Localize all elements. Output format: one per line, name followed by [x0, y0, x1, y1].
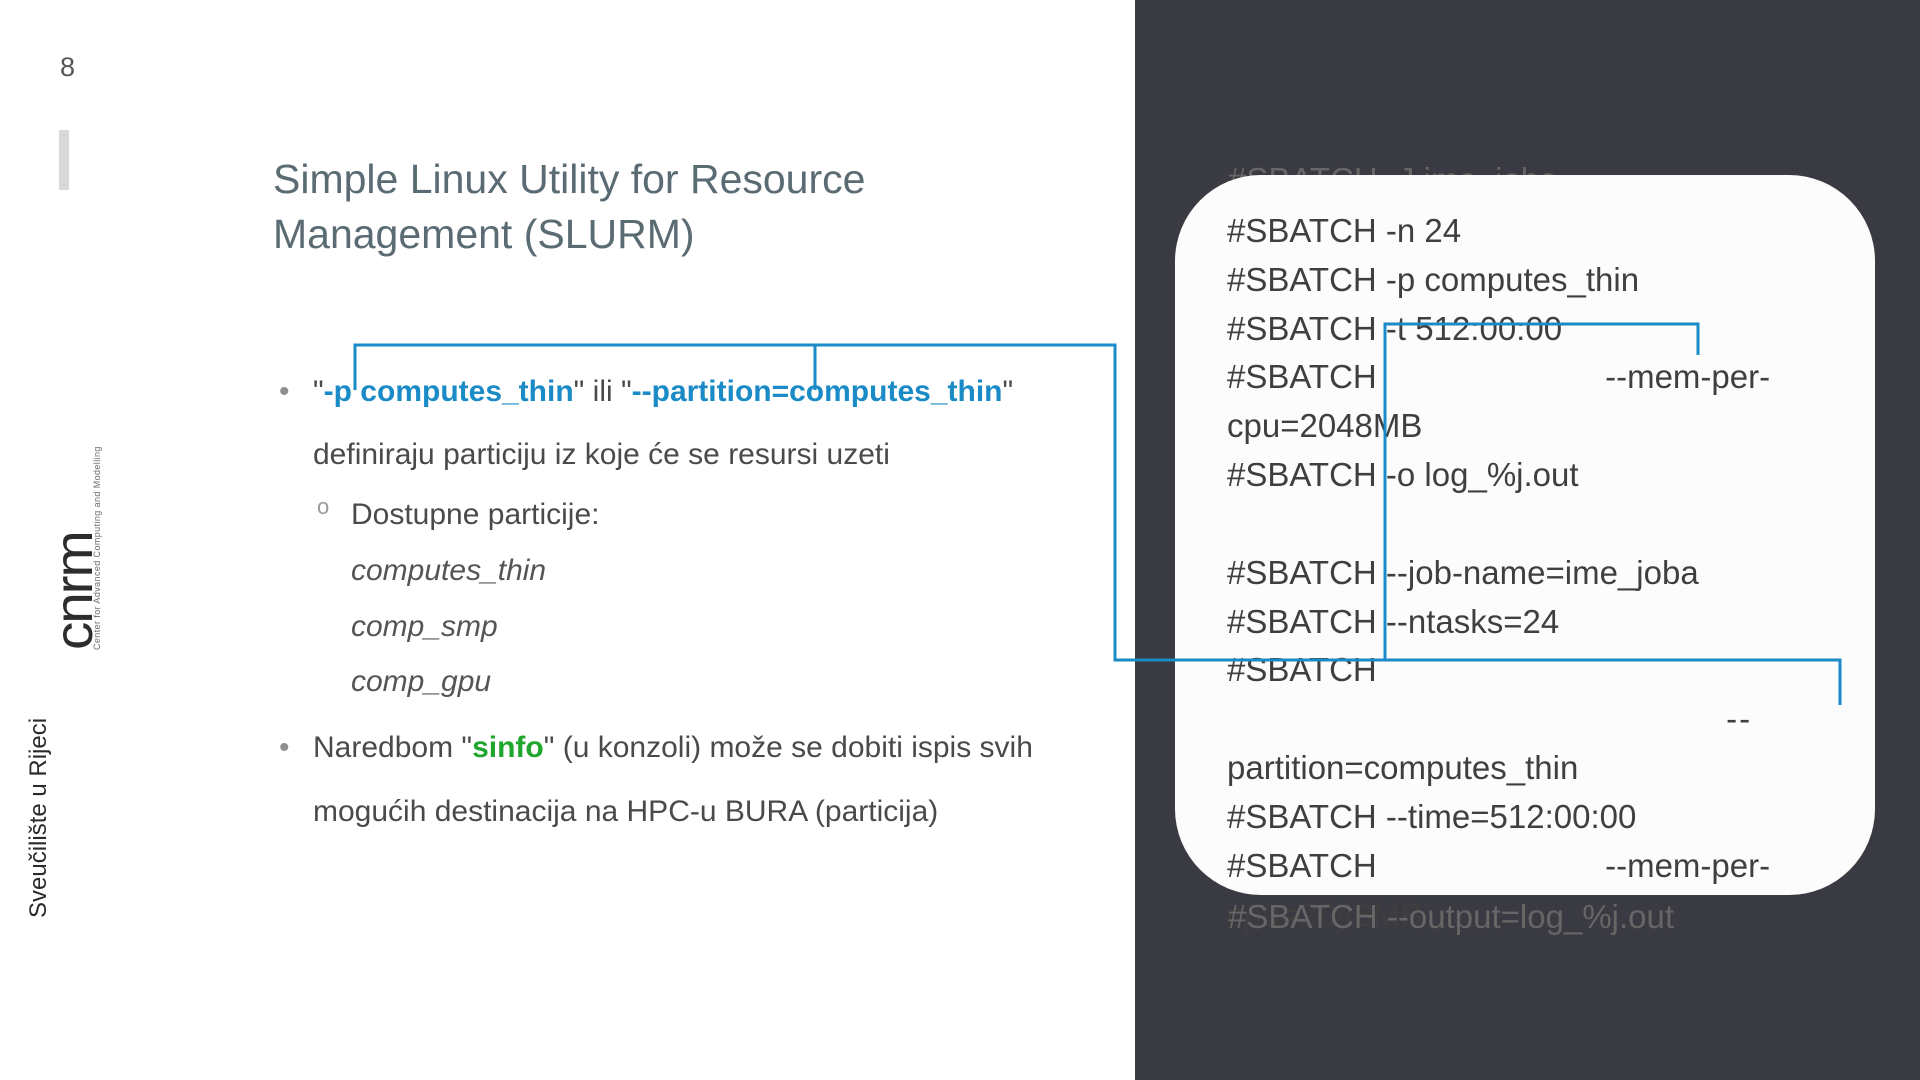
code-frag: -- — [1726, 700, 1752, 737]
code-frag: #SBATCH — [1227, 651, 1377, 688]
text: " — [1002, 375, 1013, 408]
code-line: #SBATCH --mem-per- — [1227, 842, 1823, 891]
option-short: -p computes_thin — [324, 375, 574, 408]
code-line: #SBATCH --job-name=ime_joba — [1227, 549, 1823, 598]
code-line: #SBATCH --time=512:00:00 — [1227, 793, 1823, 842]
code-line: #SBATCH -p computes_thin — [1227, 256, 1823, 305]
partition-item: computes_thin — [313, 543, 1133, 599]
text: " ili " — [574, 375, 632, 408]
code-blank — [1227, 500, 1823, 549]
sublist-head: Dostupne particije: — [313, 486, 1133, 543]
partition-sublist: Dostupne particije: computes_thin comp_s… — [313, 486, 1133, 710]
code-frag: --mem-per- — [1605, 847, 1770, 884]
text: definiraju particiju iz koje će se resur… — [313, 438, 890, 471]
code-line: cpu=2048MB — [1227, 402, 1823, 451]
option-long: --partition=computes_thin — [632, 375, 1003, 408]
command-sinfo: sinfo — [472, 731, 544, 764]
title-marker — [59, 130, 69, 190]
text: Naredbom " — [313, 731, 472, 764]
slide-body: "-p computes_thin" ili "--partition=comp… — [273, 360, 1133, 851]
page-number: 8 — [60, 52, 75, 83]
code-line: #SBATCH -t 512:00:00 — [1227, 305, 1823, 354]
bullet-sinfo: Naredbom "sinfo" (u konzoli) može se dob… — [273, 716, 1133, 845]
code-card: #SBATCH -n 24 #SBATCH -p computes_thin #… — [1175, 175, 1875, 895]
code-line: #SBATCH -o log_%j.out — [1227, 451, 1823, 500]
partition-item: comp_gpu — [313, 654, 1133, 710]
code-frag: --mem-per- — [1605, 358, 1770, 395]
text: " — [313, 375, 324, 408]
code-frag: #SBATCH — [1227, 847, 1377, 884]
code-frag: #SBATCH — [1227, 358, 1377, 395]
code-line: #SBATCH -n 24 — [1227, 207, 1823, 256]
code-overflow-bottom: #SBATCH --output=log_%j.out — [1228, 893, 1674, 942]
slide-title: Simple Linux Utility for Resource Manage… — [273, 152, 993, 263]
code-line: #SBATCH --ntasks=24 — [1227, 598, 1823, 647]
partition-item: comp_smp — [313, 599, 1133, 655]
sidebar-logo-sub: Center for Advanced Computing and Modell… — [92, 446, 102, 650]
code-line: #SBATCH -- — [1227, 646, 1823, 744]
bullet-partition: "-p computes_thin" ili "--partition=comp… — [273, 360, 1133, 710]
code-line: #SBATCH --mem-per- — [1227, 353, 1823, 402]
slide: 8 Sveučilište u Rijeci cnrm Center for A… — [0, 0, 1920, 1080]
code-line: partition=computes_thin — [1227, 744, 1823, 793]
